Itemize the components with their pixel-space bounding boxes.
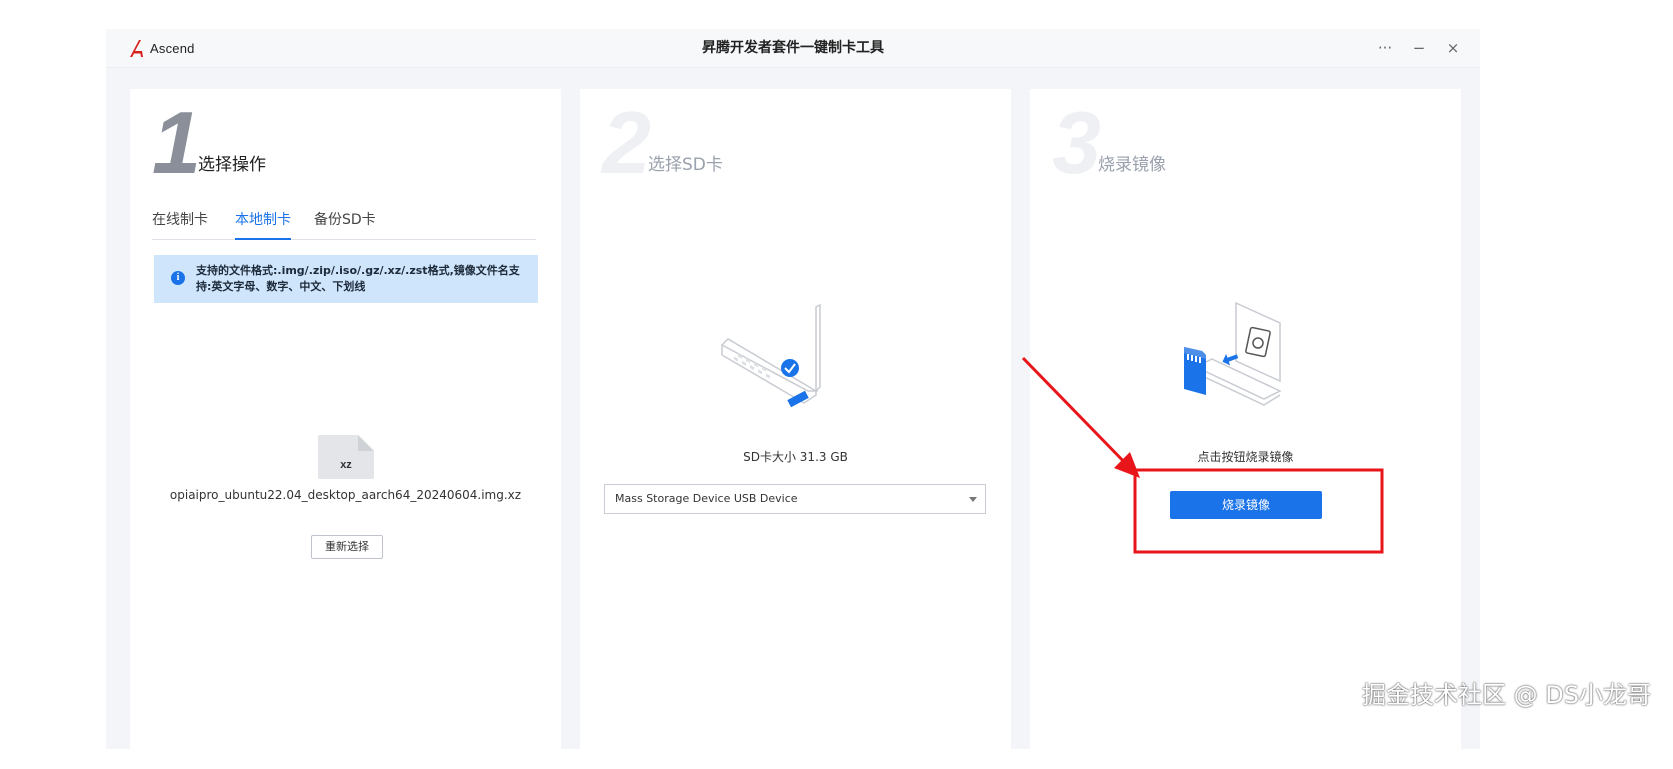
step-title: 选择SD卡	[648, 155, 723, 175]
tab-local-card[interactable]: 本地制卡	[235, 205, 291, 240]
step-panel-burn-image: 3 烧录镜像 点击按钮烧录镜像 烧录镜像	[1030, 89, 1461, 769]
watermark-text: 掘金技术社区 @ DS小龙哥	[1362, 681, 1651, 709]
step-panel-select-operation: 1 选择操作 在线制卡 本地制卡 备份SD卡 i 支持的文件格式:.img/.z…	[130, 89, 561, 769]
burn-image-illustration-icon	[1184, 301, 1282, 406]
window-title: 昇腾开发者套件一键制卡工具	[702, 40, 884, 56]
info-icon: i	[171, 271, 185, 285]
app-window: Ascend 昇腾开发者套件一键制卡工具 ··· − × 1 选择操作 在线制卡…	[106, 29, 1480, 769]
tab-backup-sd[interactable]: 备份SD卡	[314, 205, 376, 238]
minimize-icon[interactable]: −	[1410, 39, 1428, 57]
selected-file-name: opiaipro_ubuntu22.04_desktop_aarch64_202…	[169, 488, 522, 502]
step-title: 烧录镜像	[1098, 155, 1166, 175]
file-extension-label: xz	[340, 459, 352, 471]
step-title: 选择操作	[198, 155, 266, 175]
laptop-sd-card-icon	[720, 303, 821, 408]
window-controls: ··· − ×	[1376, 29, 1462, 67]
step-panel-select-sd: 2 选择SD卡 SD卡大小 31.3 GB Mass Storage Devic…	[580, 89, 1011, 769]
chevron-down-icon	[969, 497, 977, 502]
format-info-text: 支持的文件格式:.img/.zip/.iso/.gz/.xz/.zst格式,镜像…	[196, 264, 520, 293]
title-bar: Ascend 昇腾开发者套件一键制卡工具 ··· − ×	[106, 29, 1480, 68]
sd-device-selected-value: Mass Storage Device USB Device	[615, 492, 798, 505]
close-icon[interactable]: ×	[1444, 39, 1462, 57]
file-icon: xz	[318, 435, 374, 479]
step-number: 1	[152, 93, 201, 192]
step-number: 2	[602, 93, 651, 192]
burn-hint-text: 点击按钮烧录镜像	[1197, 450, 1294, 464]
operation-tabs: 在线制卡 本地制卡 备份SD卡	[152, 205, 536, 240]
step-number: 3	[1052, 93, 1101, 192]
burn-image-button[interactable]: 烧录镜像	[1170, 491, 1322, 519]
sd-device-select[interactable]: Mass Storage Device USB Device	[604, 484, 986, 514]
tab-online-card[interactable]: 在线制卡	[152, 205, 208, 238]
reselect-button[interactable]: 重新选择	[311, 535, 383, 559]
format-info-banner: i 支持的文件格式:.img/.zip/.iso/.gz/.xz/.zst格式,…	[154, 255, 538, 303]
sd-card-size: SD卡大小 31.3 GB	[743, 450, 848, 464]
more-options-icon[interactable]: ···	[1376, 39, 1394, 57]
